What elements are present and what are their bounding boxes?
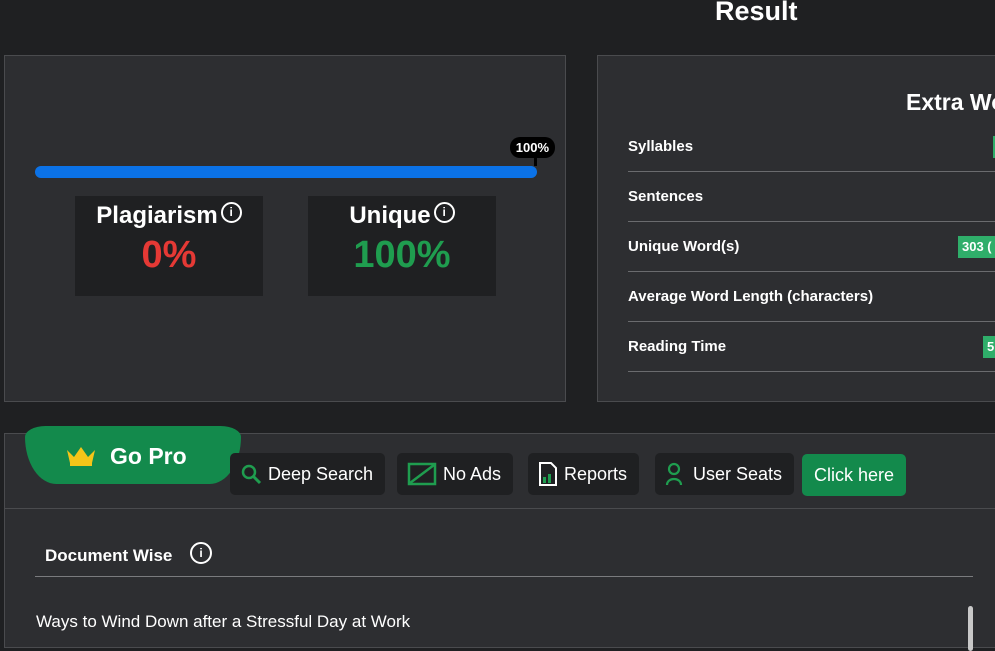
no-ads-button[interactable]: No Ads: [397, 453, 514, 495]
crown-icon: [67, 447, 95, 466]
unique-value: 100%: [353, 234, 451, 276]
extra-title: Extra Wo: [906, 89, 995, 115]
stat-row-avg-word-length: Average Word Length (characters): [628, 272, 995, 322]
go-pro-bar: Go Pro Deep Search No Ads Reports User S…: [4, 426, 995, 509]
go-pro-label: Go Pro: [110, 443, 187, 469]
info-icon[interactable]: i: [190, 542, 212, 564]
stat-label: Unique Word(s): [628, 238, 740, 255]
progress-fill: [35, 166, 537, 178]
reports-button[interactable]: Reports: [528, 453, 640, 495]
go-pro-banner[interactable]: Go Pro: [25, 426, 241, 484]
no-ads-icon: [407, 462, 437, 486]
page-title: Result: [715, 0, 798, 26]
info-icon[interactable]: i: [220, 202, 242, 223]
document-sentence: Ways to Wind Down after a Stressful Day …: [36, 612, 411, 631]
user-seats-label: User Seats: [693, 463, 783, 484]
stat-row-syllables: Syllables: [628, 122, 995, 172]
click-here-button[interactable]: Click here: [802, 454, 906, 496]
stat-label: Reading Time: [628, 338, 727, 355]
score-panel: 100% Plagiarism i 0% Unique i 100%: [4, 55, 566, 402]
unique-label: Unique: [349, 202, 431, 229]
stat-label: Average Word Length (characters): [628, 288, 874, 305]
user-seats-button[interactable]: User Seats: [655, 453, 795, 495]
unique-card: Unique i 100%: [308, 196, 496, 296]
plagiarism-card: Plagiarism i 0%: [75, 196, 263, 296]
stat-row-sentences: Sentences: [628, 172, 995, 222]
info-icon[interactable]: i: [433, 202, 455, 223]
progress-label: 100%: [509, 137, 555, 158]
stat-row-reading-time: Reading Time 5: [628, 322, 995, 372]
document-wise-panel: Document Wise i Ways to Wind Down after …: [4, 508, 995, 651]
deep-search-button[interactable]: Deep Search: [230, 453, 386, 495]
progress-marker: [534, 158, 537, 166]
user-icon: [665, 462, 683, 486]
divider: [35, 576, 973, 577]
search-icon: [241, 464, 262, 485]
document-wise-heading: Document Wise: [45, 546, 173, 565]
stat-label: Syllables: [628, 138, 694, 155]
scrollbar-thumb[interactable]: [968, 606, 973, 651]
stat-label: Sentences: [628, 188, 704, 205]
stat-badge: 303 (: [958, 236, 995, 258]
plagiarism-value: 0%: [141, 234, 197, 276]
deep-search-label: Deep Search: [268, 463, 374, 484]
reports-label: Reports: [564, 463, 628, 484]
extra-word-panel: Extra Wo Syllables Sentences Unique Word…: [597, 55, 995, 402]
plagiarism-label: Plagiarism: [96, 202, 218, 229]
no-ads-label: No Ads: [443, 463, 502, 484]
stat-row-unique-words: Unique Word(s) 303 (: [628, 222, 995, 272]
report-icon: [539, 462, 557, 486]
stat-badge: 5: [983, 336, 995, 358]
